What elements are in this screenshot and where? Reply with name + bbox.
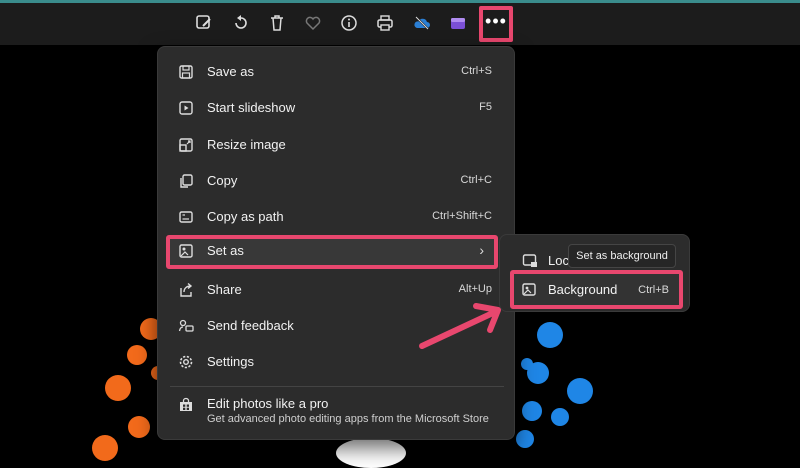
shortcut-label: Ctrl+Shift+C	[432, 210, 492, 222]
menu-item-label: Settings	[207, 354, 254, 369]
store-icon	[180, 397, 192, 411]
more-options-menu: Save as Ctrl+S Start slideshow F5 Resize…	[157, 46, 515, 440]
orange-dot	[128, 416, 150, 438]
set-as-background-tooltip: Set as background	[568, 244, 676, 268]
share-icon	[180, 282, 193, 297]
feedback-icon	[178, 319, 194, 332]
top-toolbar: •••	[0, 0, 800, 45]
submenu-item-label: Background	[548, 282, 618, 297]
orange-dot	[127, 345, 147, 365]
menu-item-label: Save as	[207, 64, 254, 79]
more-options-button[interactable]: •••	[479, 6, 513, 42]
menu-item-label: Set as	[207, 243, 244, 258]
menu-item-label: Copy	[207, 173, 238, 188]
submenu-item-label: Loc	[548, 253, 569, 268]
shortcut-label: F5	[479, 101, 492, 113]
menu-item-label: Send feedback	[207, 318, 294, 333]
menu-item-label: Resize image	[207, 137, 286, 152]
blue-dot	[516, 430, 534, 448]
favorite-heart-icon[interactable]	[299, 9, 327, 37]
delete-icon[interactable]	[263, 9, 291, 37]
resize-icon	[179, 138, 193, 152]
shortcut-label: Alt+Up	[458, 283, 492, 295]
blue-dot	[551, 408, 569, 426]
menu-item-edit-photos-promo[interactable]: Edit photos like a pro Get advanced phot…	[166, 392, 506, 432]
blue-dot	[527, 362, 549, 384]
shortcut-label: Ctrl+C	[460, 174, 492, 186]
menu-item-copy[interactable]: Copy Ctrl+C	[166, 165, 506, 197]
edit-image-icon[interactable]	[190, 9, 218, 37]
rotate-icon[interactable]	[227, 9, 255, 37]
onedrive-cloud-icon[interactable]	[408, 9, 436, 37]
lock-screen-icon	[522, 254, 537, 267]
promo-subtitle: Get advanced photo editing apps from the…	[207, 413, 489, 425]
orange-dot	[105, 375, 131, 401]
menu-item-copy-as-path[interactable]: Copy as path Ctrl+Shift+C	[166, 201, 506, 233]
menu-item-resize-image[interactable]: Resize image	[166, 129, 506, 161]
blue-dot	[567, 378, 593, 404]
white-dot	[336, 438, 406, 468]
blue-dot	[537, 322, 563, 348]
chevron-right-icon: ›	[479, 242, 484, 258]
menu-item-label: Copy as path	[207, 209, 284, 224]
submenu-item-background[interactable]: Background Ctrl+B	[510, 270, 683, 309]
slideshow-icon	[179, 101, 193, 115]
copy-path-icon	[179, 211, 193, 223]
promo-title: Edit photos like a pro	[207, 396, 329, 411]
clipchamp-icon[interactable]	[444, 9, 472, 37]
settings-gear-icon	[179, 355, 193, 369]
orange-dot	[92, 435, 118, 461]
menu-item-start-slideshow[interactable]: Start slideshow F5	[166, 92, 506, 124]
annotation-arrow-icon	[419, 303, 501, 349]
print-icon[interactable]	[371, 9, 399, 37]
shortcut-label: Ctrl+B	[638, 284, 669, 296]
background-icon	[522, 283, 536, 296]
blue-dot	[522, 401, 542, 421]
menu-item-set-as[interactable]: Set as ›	[166, 235, 498, 269]
menu-item-label: Share	[207, 282, 242, 297]
menu-divider	[170, 386, 504, 387]
copy-icon	[180, 174, 193, 188]
more-dots-icon: •••	[485, 11, 507, 31]
menu-item-label: Start slideshow	[207, 100, 296, 115]
menu-item-save-as[interactable]: Save as Ctrl+S	[166, 56, 506, 88]
info-icon[interactable]	[335, 9, 363, 37]
shortcut-label: Ctrl+S	[461, 65, 492, 77]
set-as-icon	[179, 244, 193, 258]
save-icon	[179, 65, 193, 79]
